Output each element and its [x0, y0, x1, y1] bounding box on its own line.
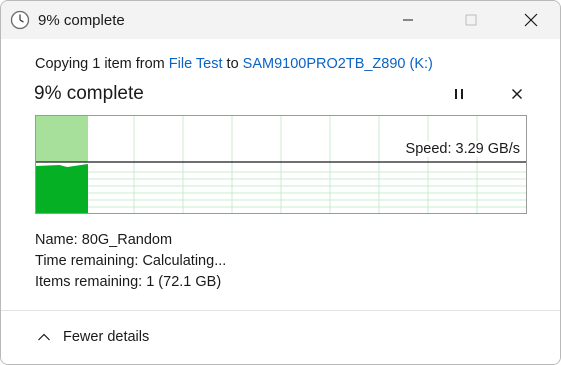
time-remaining-value: Calculating...	[142, 253, 227, 269]
items-remaining-label: Items remaining:	[35, 274, 143, 290]
cancel-icon	[512, 89, 522, 99]
time-remaining-label: Time remaining:	[35, 253, 139, 269]
maximize-button[interactable]	[448, 1, 494, 39]
close-icon	[524, 13, 538, 27]
speed-graph-canvas	[36, 116, 526, 213]
destination-link[interactable]: SAM9100PRO2TB_Z890 (K:)	[243, 56, 433, 72]
close-button[interactable]	[508, 1, 554, 39]
fewer-details-button[interactable]: Fewer details	[37, 329, 149, 345]
copy-description: Copying 1 item from File Test to SAM9100…	[35, 56, 433, 72]
detail-name-row: Name: 80G_Random	[35, 232, 172, 248]
detail-items-row: Items remaining: 1 (72.1 GB)	[35, 274, 221, 290]
minimize-button[interactable]	[385, 1, 431, 39]
title-bar[interactable]: 9% complete	[1, 1, 560, 39]
window-title: 9% complete	[38, 12, 125, 29]
chevron-up-icon	[38, 333, 50, 341]
copy-connector: to	[226, 56, 239, 72]
footer-bar: Fewer details	[1, 311, 560, 364]
transfer-speed-graph: Speed: 3.29 GB/s	[35, 115, 527, 214]
copy-prefix: Copying 1 item from	[35, 56, 165, 72]
graph-progress-area-light	[36, 116, 88, 162]
name-label: Name:	[35, 232, 78, 248]
name-value: 80G_Random	[81, 232, 173, 248]
fewer-details-label: Fewer details	[63, 329, 150, 345]
speed-label: Speed: 3.29 GB/s	[403, 141, 520, 157]
pause-icon	[455, 89, 463, 99]
maximize-icon	[465, 14, 477, 26]
minimize-icon	[403, 19, 413, 21]
cancel-button[interactable]	[506, 83, 528, 105]
progress-heading: 9% complete	[34, 83, 144, 104]
pause-button[interactable]	[448, 83, 470, 105]
detail-time-row: Time remaining: Calculating...	[35, 253, 226, 269]
graph-progress-area	[36, 164, 88, 213]
copy-progress-window: 9% complete Copying 1 item from File Tes…	[0, 0, 561, 365]
items-remaining-value: 1 (72.1 GB)	[146, 274, 222, 290]
source-link[interactable]: File Test	[169, 56, 223, 72]
clock-icon	[10, 10, 30, 30]
